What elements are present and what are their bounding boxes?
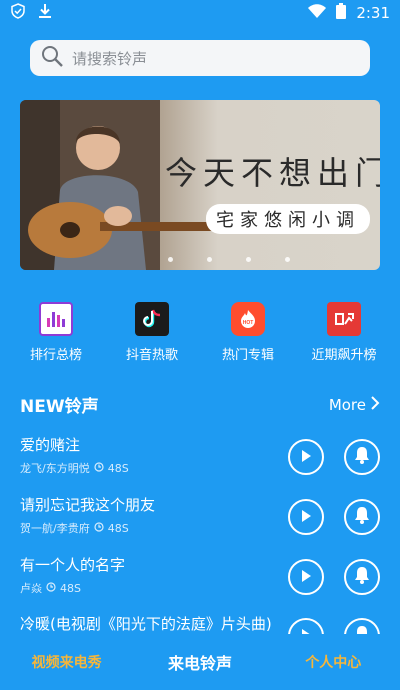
- play-icon: [300, 508, 312, 527]
- download-icon: [38, 3, 52, 23]
- song-title: 冷暖(电视剧《阳光下的法庭》片头曲): [20, 615, 272, 633]
- song-artist: 龙飞/东方明悦: [20, 462, 90, 475]
- status-time: 2:31: [356, 4, 390, 22]
- play-icon: [300, 627, 312, 634]
- category-hot-albums[interactable]: HOT 热门专辑: [203, 302, 293, 363]
- tab-ringtones[interactable]: 来电铃声: [133, 650, 266, 674]
- play-icon: [300, 568, 312, 587]
- shield-check-icon: [10, 3, 26, 23]
- song-row[interactable]: 有一个人的名字 卢焱 48S: [20, 554, 380, 602]
- bottom-tab-bar: 视频来电秀 来电铃声 个人中心: [0, 634, 400, 690]
- bar-chart-icon: [39, 302, 73, 336]
- tab-video-caller-show[interactable]: 视频来电秀: [0, 652, 133, 672]
- pagination-dot[interactable]: [168, 257, 173, 262]
- clock-icon: [94, 521, 104, 535]
- battery-icon: [336, 3, 347, 23]
- category-douyin[interactable]: 抖音热歌: [107, 302, 197, 363]
- song-row[interactable]: 请别忘记我这个朋友 贺一航/李贵府 48S: [20, 494, 380, 542]
- pagination-dot[interactable]: [285, 257, 290, 262]
- category-ranking[interactable]: 排行总榜: [11, 302, 101, 363]
- promo-banner[interactable]: 今天不想出门 宅家悠闲小调: [20, 100, 380, 270]
- pagination-dot[interactable]: [246, 257, 251, 262]
- bell-icon: [352, 565, 372, 589]
- song-row[interactable]: 爱的赌注 龙飞/东方明悦 48S: [20, 434, 380, 482]
- set-ringtone-button[interactable]: [344, 499, 380, 535]
- status-bar: 2:31: [0, 0, 400, 26]
- song-artist: 贺一航/李贵府: [20, 522, 90, 535]
- wifi-icon: [308, 4, 327, 22]
- song-title: 爱的赌注: [20, 436, 81, 454]
- section-title: NEW铃声: [20, 397, 99, 417]
- category-label: 热门专辑: [221, 348, 274, 363]
- song-duration: 48S: [107, 461, 129, 475]
- svg-text:HOT: HOT: [243, 320, 254, 326]
- song-row[interactable]: 冷暖(电视剧《阳光下的法庭》片头曲): [20, 613, 380, 634]
- bell-icon: [352, 445, 372, 469]
- song-meta: 龙飞/东方明悦 48S: [20, 460, 129, 476]
- set-ringtone-button[interactable]: [344, 439, 380, 475]
- song-meta: 卢焱 48S: [20, 580, 81, 596]
- banner-pagination: [168, 257, 290, 262]
- set-ringtone-button[interactable]: [344, 618, 380, 634]
- search-input[interactable]: 请搜索铃声: [72, 48, 147, 69]
- category-label: 近期飙升榜: [311, 348, 377, 363]
- category-trending[interactable]: 近期飙升榜: [299, 302, 389, 363]
- category-label: 排行总榜: [29, 348, 82, 363]
- search-bar[interactable]: 请搜索铃声: [30, 40, 370, 76]
- trending-up-icon: [327, 302, 361, 336]
- play-button[interactable]: [288, 559, 324, 595]
- more-label: More: [328, 395, 366, 414]
- tiktok-icon: [135, 302, 169, 336]
- bell-icon: [352, 624, 372, 634]
- set-ringtone-button[interactable]: [344, 559, 380, 595]
- pagination-dot[interactable]: [207, 257, 212, 262]
- song-title: 有一个人的名字: [20, 556, 126, 574]
- new-ringtones-header: NEW铃声 More: [20, 392, 380, 417]
- hot-fire-icon: HOT: [231, 302, 265, 336]
- category-row: 排行总榜 抖音热歌 HOT 热门专辑 近期飙升榜: [0, 302, 400, 363]
- song-duration: 48S: [107, 521, 129, 535]
- play-button[interactable]: [288, 618, 324, 634]
- song-duration: 48S: [60, 581, 81, 595]
- play-button[interactable]: [288, 499, 324, 535]
- song-title: 请别忘记我这个朋友: [20, 496, 156, 514]
- more-link[interactable]: More: [329, 396, 380, 414]
- category-label: 抖音热歌: [125, 348, 178, 363]
- bell-icon: [352, 505, 372, 529]
- clock-icon: [46, 581, 56, 595]
- banner-title: 今天不想出门: [165, 154, 380, 192]
- search-icon: [40, 44, 64, 72]
- clock-icon: [94, 461, 104, 475]
- chevron-right-icon: [370, 395, 380, 414]
- banner-subtitle: 宅家悠闲小调: [206, 204, 370, 234]
- song-artist: 卢焱: [20, 582, 42, 595]
- song-meta: 贺一航/李贵府 48S: [20, 520, 129, 536]
- tab-profile[interactable]: 个人中心: [267, 652, 400, 672]
- play-button[interactable]: [288, 439, 324, 475]
- play-icon: [300, 448, 312, 467]
